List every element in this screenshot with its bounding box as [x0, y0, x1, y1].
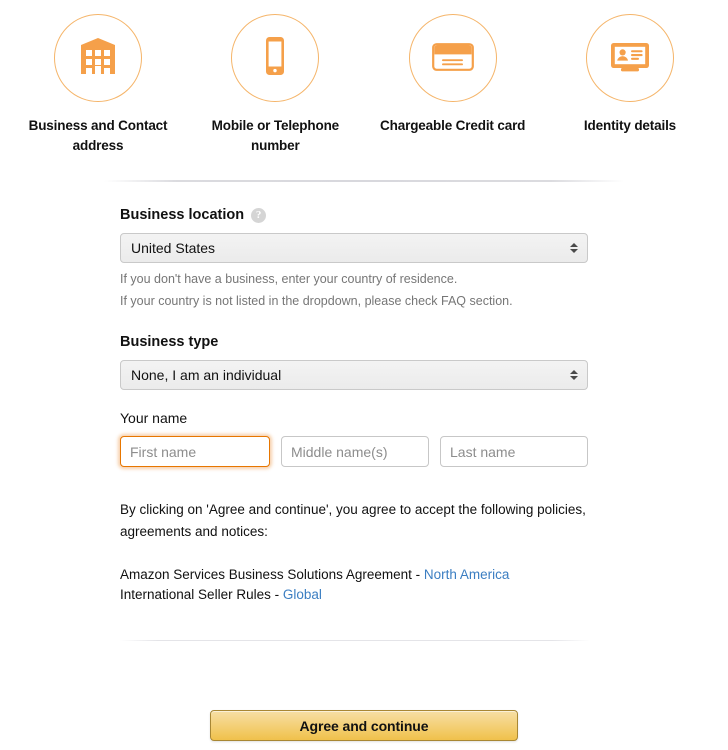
step-business-and-contact-address: Business and Contact address [14, 14, 182, 156]
step-chargeable-credit-card: Chargeable Credit card [369, 14, 537, 156]
step-icon-circle [231, 14, 320, 102]
credit-card-icon [428, 31, 478, 86]
policy-link-north-america[interactable]: North America [424, 567, 510, 582]
policy-line: Amazon Services Business Solutions Agree… [120, 565, 590, 585]
policies-list: Amazon Services Business Solutions Agree… [120, 565, 590, 605]
step-icon-circle [54, 14, 142, 102]
first-name-input[interactable] [120, 436, 270, 467]
section-divider-top [104, 180, 624, 182]
step-label: Business and Contact address [28, 118, 168, 153]
legal-intro-text: By clicking on 'Agree and continue', you… [120, 502, 586, 539]
step-icon-circle [408, 14, 497, 102]
policy-text: Amazon Services Business Solutions Agree… [120, 567, 424, 582]
step-icon-circle [585, 14, 674, 102]
business-location-select-wrap[interactable]: United States [120, 233, 588, 263]
business-location-hint-1: If you don't have a business, enter your… [120, 272, 458, 286]
your-name-label-text: Your name [120, 410, 188, 426]
step-identity-details: Identity details [546, 14, 714, 156]
business-type-value: None, I am an individual [131, 367, 282, 383]
step-mobile-or-telephone-number: Mobile or Telephone number [191, 14, 359, 156]
mobile-phone-icon [251, 32, 299, 85]
step-label: Mobile or Telephone number [211, 118, 340, 153]
section-divider-bottom [120, 640, 590, 641]
policy-text: International Seller Rules - [120, 587, 283, 602]
your-name-label: Your name [120, 409, 590, 427]
submit-area: Agree and continue [0, 710, 728, 741]
question-mark-icon[interactable]: ? [251, 207, 267, 223]
business-location-label-text: Business location [120, 207, 245, 223]
business-type-label-text: Business type [120, 334, 219, 350]
registration-page: Business and Contact address Mobile or T… [0, 0, 728, 750]
registration-form: Business location ? United States If you… [120, 206, 590, 605]
business-location-label: Business location ? [120, 206, 590, 224]
business-type-select[interactable]: None, I am an individual [120, 360, 588, 390]
business-type-select-wrap[interactable]: None, I am an individual [120, 360, 588, 390]
business-type-label: Business type [120, 333, 590, 351]
your-name-row [120, 436, 590, 467]
registration-steps: Business and Contact address Mobile or T… [0, 14, 728, 156]
business-location-select[interactable]: United States [120, 233, 588, 263]
middle-name-input[interactable] [281, 436, 429, 467]
id-card-icon [605, 31, 655, 86]
agree-and-continue-button[interactable]: Agree and continue [210, 710, 518, 741]
business-location-value: United States [131, 240, 216, 256]
policy-link-global[interactable]: Global [283, 587, 322, 602]
business-location-hint-2: If your country is not listed in the dro… [120, 294, 513, 308]
policy-line: International Seller Rules - Global [120, 585, 590, 605]
step-label: Identity details [583, 118, 677, 133]
step-label: Chargeable Credit card [380, 118, 526, 133]
last-name-input[interactable] [440, 436, 588, 467]
building-icon [74, 32, 122, 85]
